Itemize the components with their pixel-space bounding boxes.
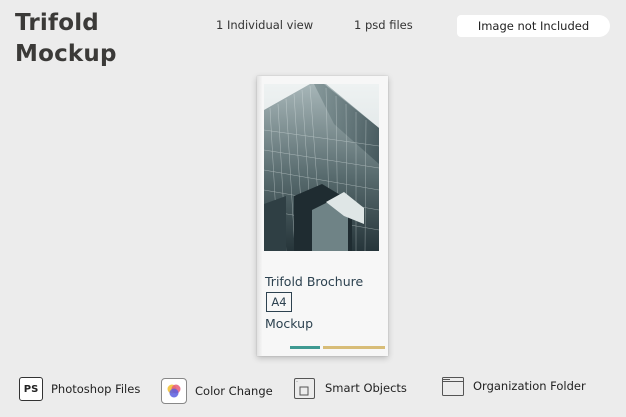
title-line-2: Mockup (15, 41, 117, 67)
brochure-mockup: Trifold Brochure A4 Mockup (257, 76, 388, 356)
smart-objects-icon (293, 376, 317, 400)
brochure-size-box: A4 (266, 292, 292, 312)
feature-organization-folder: Organization Folder (441, 374, 586, 398)
page-title: Trifold Mockup (15, 8, 117, 70)
brochure-title: Trifold Brochure (265, 274, 364, 289)
feature-color-change: Color Change (161, 378, 273, 404)
photoshop-icon: PS (19, 377, 43, 401)
feature-label: Smart Objects (325, 381, 407, 395)
title-line-1: Trifold (15, 10, 99, 36)
brochure-subtitle: Mockup (265, 316, 314, 331)
color-change-icon (161, 378, 187, 404)
folder-icon (441, 374, 465, 398)
view-count-label: 1 Individual view (216, 18, 314, 32)
building-photo (264, 84, 379, 251)
gold-accent-bar (323, 346, 385, 349)
feature-label: Photoshop Files (51, 382, 141, 396)
feature-label: Organization Folder (473, 379, 586, 393)
photoshop-icon-text: PS (23, 383, 39, 395)
feature-smart-objects: Smart Objects (293, 376, 407, 400)
brochure-fold-shadow (257, 76, 262, 356)
feature-label: Color Change (195, 384, 273, 398)
image-not-included-badge: Image not Included (457, 15, 610, 37)
feature-photoshop-files: PS Photoshop Files (19, 377, 140, 401)
file-count-label: 1 psd files (354, 18, 413, 32)
teal-accent-bar (290, 346, 320, 349)
